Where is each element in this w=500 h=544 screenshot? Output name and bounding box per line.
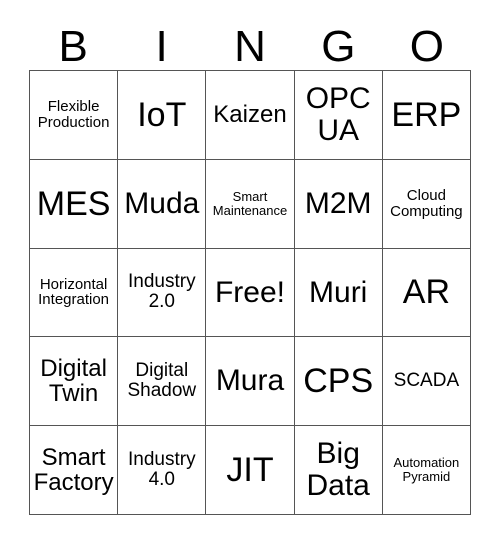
bingo-cell-label: Digital Shadow: [127, 360, 197, 402]
bingo-cell-label: JIT: [226, 451, 274, 490]
bingo-cell-label: Smart Factory: [33, 443, 114, 497]
bingo-cell-label: Muda: [124, 186, 200, 220]
bingo-cell-label: Mura: [215, 364, 285, 398]
bingo-cell-r5c3[interactable]: JIT: [206, 426, 295, 515]
bingo-cell-label: IoT: [137, 95, 187, 134]
bingo-cell-r3c1[interactable]: Horizontal Integration: [30, 248, 119, 338]
bingo-cell-free[interactable]: Free!: [206, 248, 295, 338]
bingo-cell-r4c1[interactable]: Digital Twin: [30, 337, 119, 427]
bingo-cell-r1c2[interactable]: IoT: [118, 71, 207, 160]
header-letter-i: I: [155, 22, 168, 71]
bingo-cell-r3c4[interactable]: Muri: [294, 248, 383, 338]
bingo-cell-label: OPC UA: [305, 82, 371, 147]
bingo-cell-r4c3[interactable]: Mura: [206, 337, 295, 427]
bingo-cell-r2c3[interactable]: Smart Maintenance: [206, 159, 295, 249]
bingo-cell-label: Flexible Production: [37, 98, 110, 131]
bingo-cell-label: Industry 4.0: [127, 448, 196, 491]
bingo-cell-label: Horizontal Integration: [38, 275, 110, 309]
bingo-cell-r3c5[interactable]: AR: [382, 248, 471, 338]
bingo-cell-label: Cloud Computing: [390, 186, 463, 220]
bingo-cell-label: Digital Twin: [40, 354, 107, 408]
bingo-cell-r2c5[interactable]: Cloud Computing: [382, 159, 471, 249]
bingo-grid: Flexible Production IoT Kaizen OPC UA ER…: [29, 70, 471, 515]
bingo-cell-r5c4[interactable]: Big Data: [294, 426, 383, 515]
bingo-cell-label: SCADA: [393, 370, 460, 392]
bingo-cell-label: Kaizen: [213, 101, 287, 129]
bingo-cell-label: Big Data: [306, 437, 370, 503]
bingo-cell-r5c1[interactable]: Smart Factory: [30, 426, 119, 515]
bingo-cell-r4c5[interactable]: SCADA: [382, 337, 471, 427]
bingo-cell-r1c3[interactable]: Kaizen: [206, 71, 295, 160]
header-letter-b: B: [58, 22, 88, 71]
bingo-cell-r5c5[interactable]: Automation Pyramid: [382, 426, 471, 515]
bingo-cell-label: Smart Maintenance: [212, 188, 288, 218]
bingo-cell-label: ERP: [391, 95, 462, 134]
bingo-header: B I N G O: [29, 14, 471, 70]
bingo-cell-r2c1[interactable]: MES: [30, 159, 119, 249]
bingo-cell-label: Muri: [309, 275, 368, 309]
bingo-cell-label: CPS: [303, 362, 374, 401]
bingo-cell-r2c2[interactable]: Muda: [118, 159, 207, 249]
header-letter-g: G: [321, 22, 356, 71]
bingo-cell-label: Free!: [214, 275, 285, 309]
header-letter-n: N: [234, 22, 266, 71]
bingo-cell-r3c2[interactable]: Industry 2.0: [118, 248, 207, 338]
bingo-cell-r1c4[interactable]: OPC UA: [294, 71, 383, 160]
bingo-cell-r4c2[interactable]: Digital Shadow: [118, 337, 207, 427]
bingo-cell-label: AR: [402, 273, 450, 312]
bingo-cell-r2c4[interactable]: M2M: [294, 159, 383, 249]
bingo-cell-label: Automation Pyramid: [393, 455, 460, 485]
bingo-cell-label: Industry 2.0: [127, 271, 196, 313]
bingo-cell-r5c2[interactable]: Industry 4.0: [118, 426, 207, 515]
bingo-cell-r1c5[interactable]: ERP: [382, 71, 471, 160]
bingo-cell-label: MES: [36, 184, 111, 223]
bingo-cell-r4c4[interactable]: CPS: [294, 337, 383, 427]
bingo-cell-r1c1[interactable]: Flexible Production: [30, 71, 119, 160]
bingo-cell-label: M2M: [304, 186, 372, 220]
header-letter-o: O: [409, 22, 444, 71]
bingo-card: B I N G O Flexible Production IoT Kaizen…: [0, 0, 500, 544]
